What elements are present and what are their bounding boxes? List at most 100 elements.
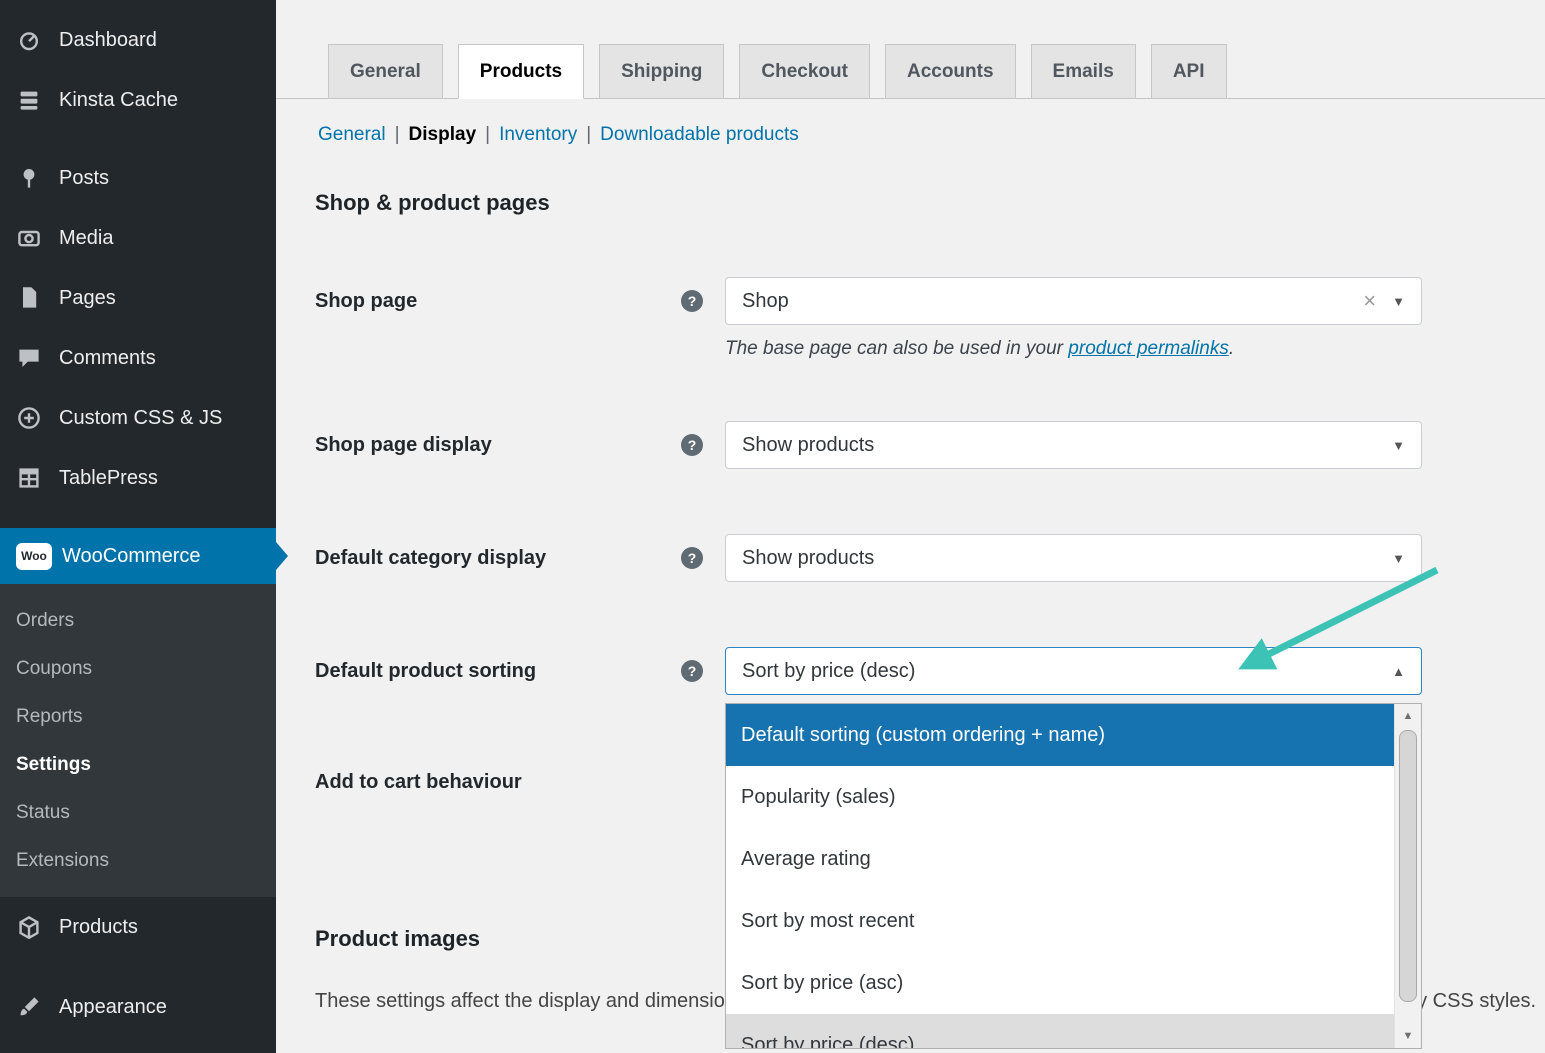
- sidebar-item-appearance[interactable]: Appearance: [0, 977, 276, 1037]
- clear-icon[interactable]: ×: [1363, 288, 1376, 314]
- shop-page-display-label: Shop page display: [315, 421, 492, 469]
- subnav-general[interactable]: General: [318, 124, 386, 145]
- products-subnav: General | Display | Inventory | Downloadable p…: [318, 124, 799, 146]
- default-category-display-select[interactable]: Show products ▼: [725, 534, 1422, 582]
- default-product-sorting-label: Default product sorting: [315, 647, 536, 695]
- sidebar-item-label: Media: [59, 227, 113, 250]
- dashboard-icon: [16, 27, 42, 53]
- sidebar-item-label: Comments: [59, 347, 156, 370]
- tab-general[interactable]: General: [328, 44, 443, 99]
- help-icon[interactable]: ?: [681, 547, 703, 569]
- dropdown-option-most-recent[interactable]: Sort by most recent: [726, 890, 1394, 952]
- shop-page-row: Shop page ? Shop × ▼: [315, 277, 1425, 325]
- scroll-up-icon[interactable]: ▲: [1395, 704, 1421, 728]
- woocommerce-submenu: Orders Coupons Reports Settings Status E…: [0, 584, 276, 897]
- sidebar-item-kinsta-cache[interactable]: Kinsta Cache: [0, 70, 276, 130]
- sidebar-item-label: Products: [59, 916, 138, 939]
- sidebar-item-custom-css-js[interactable]: Custom CSS & JS: [0, 388, 276, 448]
- sidebar-item-posts[interactable]: Posts: [0, 148, 276, 208]
- submenu-item-status[interactable]: Status: [0, 789, 276, 837]
- shop-page-helper-text: The base page can also be used in your p…: [725, 338, 1234, 360]
- tab-api[interactable]: API: [1151, 44, 1227, 99]
- sidebar-item-products[interactable]: Products: [0, 897, 276, 957]
- submenu-item-orders[interactable]: Orders: [0, 597, 276, 645]
- paintbrush-icon: [16, 994, 42, 1020]
- tab-products[interactable]: Products: [458, 44, 584, 99]
- subnav-display[interactable]: Display: [409, 124, 477, 145]
- shop-page-label: Shop page: [315, 277, 417, 325]
- help-icon[interactable]: ?: [681, 290, 703, 312]
- helper-text-post: .: [1229, 338, 1234, 359]
- sidebar-item-woocommerce[interactable]: Woo WooCommerce: [0, 528, 276, 584]
- sidebar-item-label: Posts: [59, 167, 109, 190]
- chevron-down-icon: ▼: [1392, 551, 1405, 566]
- sidebar-item-tablepress[interactable]: TablePress: [0, 448, 276, 508]
- dropdown-option-price-asc[interactable]: Sort by price (asc): [726, 952, 1394, 1014]
- sidebar-item-label: Appearance: [59, 996, 167, 1019]
- sidebar-item-label: WooCommerce: [62, 545, 201, 568]
- sidebar-item-media[interactable]: Media: [0, 208, 276, 268]
- subnav-downloadable-products[interactable]: Downloadable products: [600, 124, 799, 145]
- subnav-separator: |: [586, 124, 591, 145]
- product-permalinks-link[interactable]: product permalinks: [1068, 338, 1229, 359]
- help-icon[interactable]: ?: [681, 660, 703, 682]
- sidebar-item-label: Kinsta Cache: [59, 89, 178, 112]
- dropdown-option-price-desc[interactable]: Sort by price (desc): [726, 1014, 1394, 1049]
- submenu-item-settings[interactable]: Settings: [0, 741, 276, 789]
- product-images-heading: Product images: [315, 926, 480, 952]
- sidebar-item-label: Pages: [59, 287, 116, 310]
- add-to-cart-behaviour-label: Add to cart behaviour: [315, 758, 522, 806]
- chevron-down-icon[interactable]: ▼: [1392, 294, 1405, 309]
- subnav-separator: |: [395, 124, 400, 145]
- dropdown-option-popularity[interactable]: Popularity (sales): [726, 766, 1394, 828]
- chevron-up-icon: ▲: [1392, 664, 1405, 679]
- sidebar-item-label: Dashboard: [59, 29, 157, 52]
- tab-emails[interactable]: Emails: [1031, 44, 1136, 99]
- shop-page-value: Shop: [742, 290, 1363, 313]
- subnav-inventory[interactable]: Inventory: [499, 124, 577, 145]
- scroll-down-icon[interactable]: ▼: [1395, 1024, 1421, 1048]
- shop-page-display-row: Shop page display ? Show products ▼: [315, 421, 1425, 469]
- settings-tab-bar: General Products Shipping Checkout Accou…: [276, 0, 1545, 99]
- cache-stack-icon: [16, 87, 42, 113]
- shop-page-display-select[interactable]: Show products ▼: [725, 421, 1422, 469]
- active-menu-arrow: [276, 542, 288, 570]
- subnav-separator: |: [485, 124, 490, 145]
- dropdown-option-average-rating[interactable]: Average rating: [726, 828, 1394, 890]
- sidebar-item-dashboard[interactable]: Dashboard: [0, 10, 276, 70]
- scrollbar-thumb[interactable]: [1399, 730, 1417, 1002]
- plus-circle-icon: [16, 405, 42, 431]
- submenu-item-extensions[interactable]: Extensions: [0, 837, 276, 885]
- chevron-down-icon: ▼: [1392, 438, 1405, 453]
- section-heading: Shop & product pages: [315, 190, 550, 216]
- table-icon: [16, 465, 42, 491]
- default-product-sorting-row: Default product sorting ? Sort by price …: [315, 647, 1425, 695]
- product-box-icon: [16, 914, 42, 940]
- sidebar-item-label: Custom CSS & JS: [59, 407, 222, 430]
- woocommerce-icon: Woo: [16, 543, 52, 569]
- camera-icon: [16, 225, 42, 251]
- speech-bubble-icon: [16, 345, 42, 371]
- submenu-item-coupons[interactable]: Coupons: [0, 645, 276, 693]
- sidebar-item-comments[interactable]: Comments: [0, 328, 276, 388]
- tab-shipping[interactable]: Shipping: [599, 44, 724, 99]
- helper-text-pre: The base page can also be used in your: [725, 338, 1068, 359]
- shop-page-select[interactable]: Shop × ▼: [725, 277, 1422, 325]
- tab-accounts[interactable]: Accounts: [885, 44, 1016, 99]
- pages-icon: [16, 285, 42, 311]
- default-category-display-value: Show products: [742, 547, 1392, 570]
- dropdown-option-default-sorting[interactable]: Default sorting (custom ordering + name): [726, 704, 1394, 766]
- sidebar-item-pages[interactable]: Pages: [0, 268, 276, 328]
- default-category-display-label: Default category display: [315, 534, 546, 582]
- sorting-dropdown-list: Default sorting (custom ordering + name)…: [725, 703, 1422, 1049]
- dropdown-scrollbar[interactable]: ▲ ▼: [1394, 704, 1421, 1048]
- submenu-item-reports[interactable]: Reports: [0, 693, 276, 741]
- sidebar-item-label: TablePress: [59, 467, 158, 490]
- default-product-sorting-select[interactable]: Sort by price (desc) ▲: [725, 647, 1422, 695]
- tab-checkout[interactable]: Checkout: [739, 44, 870, 99]
- admin-sidebar: Dashboard Kinsta Cache Posts Media Pages…: [0, 0, 276, 1053]
- default-category-display-row: Default category display ? Show products…: [315, 534, 1425, 582]
- help-icon[interactable]: ?: [681, 434, 703, 456]
- default-product-sorting-value: Sort by price (desc): [742, 660, 1392, 683]
- shop-page-display-value: Show products: [742, 434, 1392, 457]
